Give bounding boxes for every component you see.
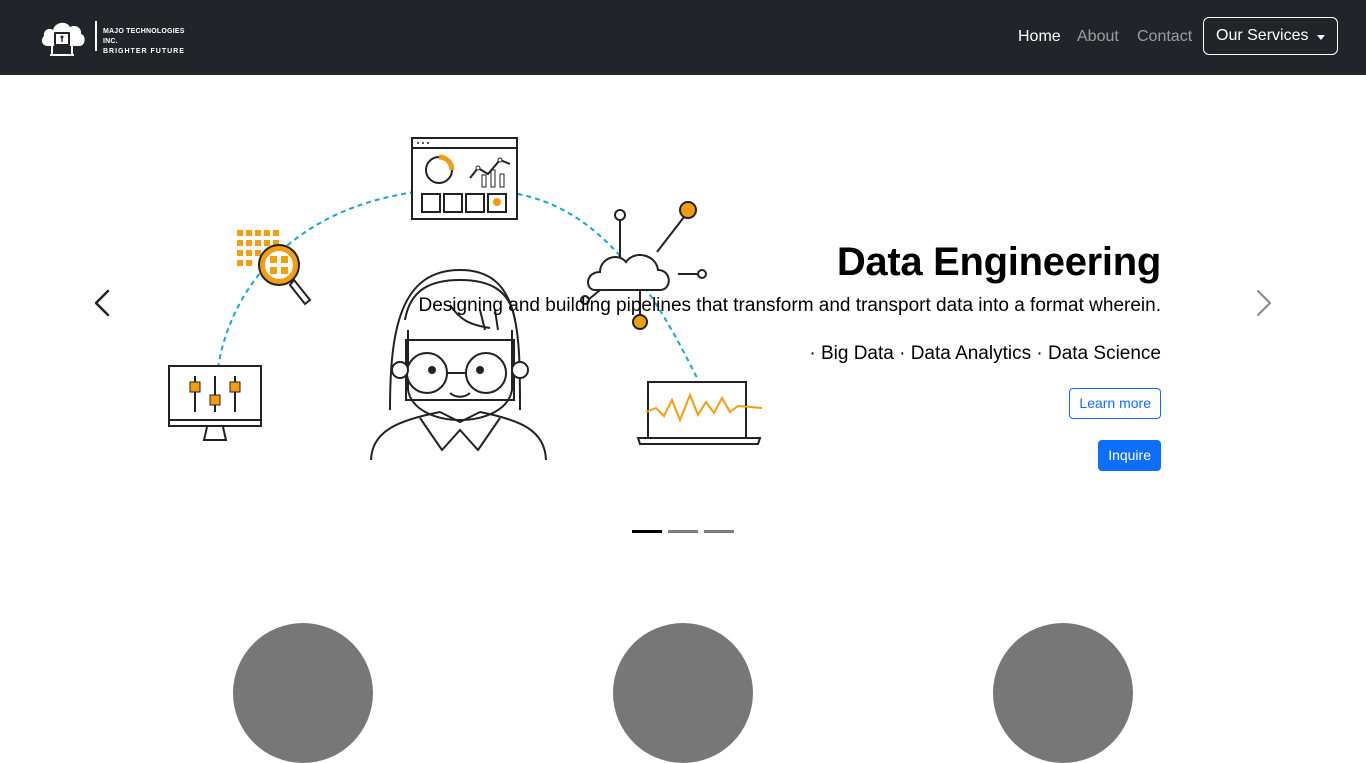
our-services-dropdown-button[interactable]: Our Services xyxy=(1203,17,1338,55)
nav-link-about[interactable]: About xyxy=(1077,27,1119,47)
carousel-prev-button[interactable] xyxy=(88,285,118,325)
monitor-sliders-icon xyxy=(168,365,262,441)
feature-placeholder-image-2 xyxy=(613,623,753,763)
carousel-next-button[interactable] xyxy=(1250,285,1280,325)
slide-tags: · Big Data · Data Analytics · Data Scien… xyxy=(809,343,1161,364)
brand-name: MAJO TECHNOLOGIES INC. BRIGHTER FUTURE xyxy=(103,27,200,57)
magnifier-grid-icon xyxy=(237,230,312,306)
carousel-indicator-1[interactable] xyxy=(632,530,662,533)
laptop-waveform-icon xyxy=(636,381,763,445)
brand-line-2: BRIGHTER FUTURE xyxy=(103,48,185,55)
nav-link-contact[interactable]: Contact xyxy=(1137,27,1192,47)
inquire-button[interactable]: Inquire xyxy=(1098,440,1161,471)
nav-link-home[interactable]: Home xyxy=(1018,27,1061,47)
brand-logo[interactable]: MAJO TECHNOLOGIES INC. BRIGHTER FUTURE xyxy=(40,16,200,58)
our-services-label: Our Services xyxy=(1216,27,1309,44)
slide-description: Designing and building pipelines that tr… xyxy=(418,295,1162,316)
dashboard-window-icon xyxy=(411,137,518,220)
brand-divider xyxy=(95,21,97,51)
slide-title: Data Engineering xyxy=(836,240,1161,284)
brand-line-1: MAJO TECHNOLOGIES INC. xyxy=(103,28,185,45)
chevron-left-icon xyxy=(94,289,110,317)
chevron-right-icon xyxy=(1257,290,1271,316)
carousel-indicator-3[interactable] xyxy=(704,530,734,533)
carousel-caption: Data Engineering Designing and building … xyxy=(361,240,1161,471)
feature-placeholder-image-1 xyxy=(233,623,373,763)
cloud-laptop-logo-icon xyxy=(41,22,85,56)
caret-down-icon xyxy=(1317,35,1325,40)
learn-more-button[interactable]: Learn more xyxy=(1069,388,1161,419)
top-navbar: MAJO TECHNOLOGIES INC. BRIGHTER FUTURE H… xyxy=(0,0,1366,75)
carousel-indicator-2[interactable] xyxy=(668,530,698,533)
feature-placeholder-image-3 xyxy=(993,623,1133,763)
